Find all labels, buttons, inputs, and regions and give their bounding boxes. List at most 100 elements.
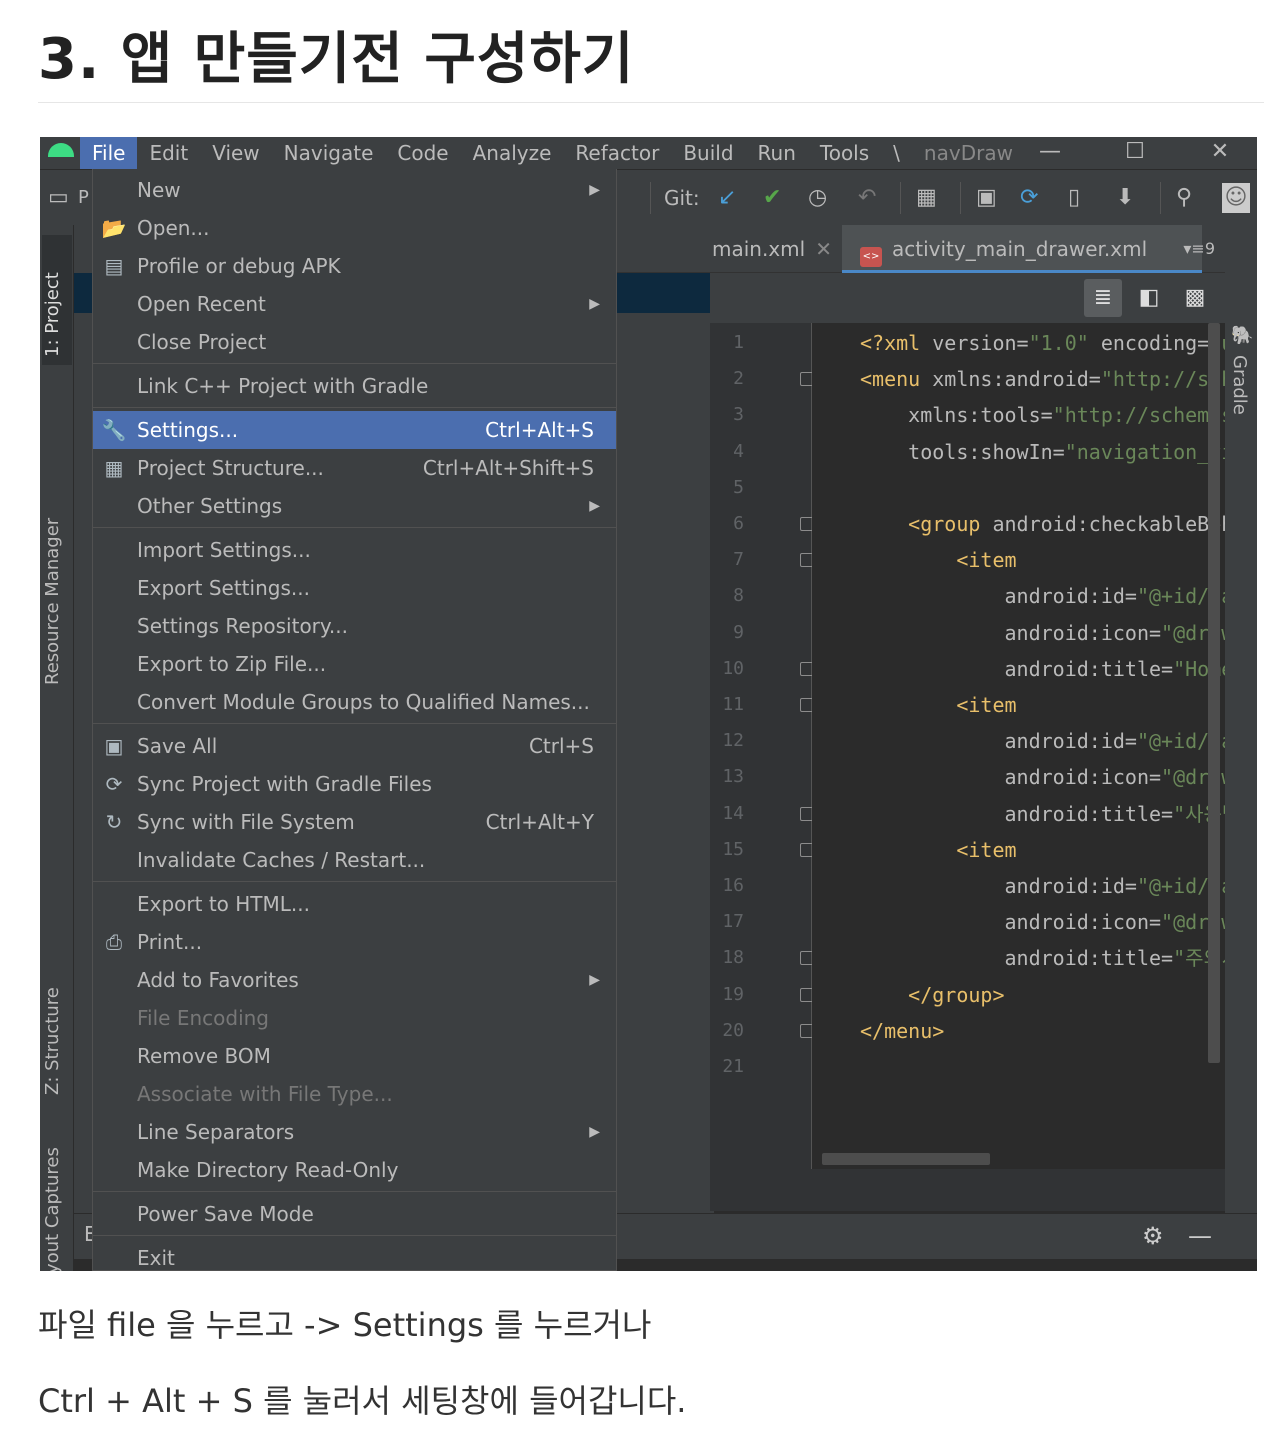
menu-tools[interactable]: Tools <box>808 137 881 169</box>
file-menu-item-open[interactable]: 📂 Open... <box>93 209 616 247</box>
editor-view-toolbar: ≣ ◧ ▩ <box>710 273 1225 323</box>
tab-layout-captures[interactable]: Layout Captures <box>42 1125 72 1271</box>
menu-analyze[interactable]: Analyze <box>461 137 564 169</box>
git-history-icon[interactable]: ◷ <box>808 183 827 213</box>
split-view-icon[interactable]: ◧ <box>1130 279 1168 317</box>
avd-manager-icon[interactable]: ▣ <box>976 183 997 213</box>
file-menu-item-power-save-mode[interactable]: Power Save Mode <box>93 1195 616 1233</box>
printer-icon: ⎙ <box>106 930 122 954</box>
file-menu-item-sync-project-with-gradle-files[interactable]: ⟳ Sync Project with Gradle Files <box>93 765 616 803</box>
menu-navigate[interactable]: Navigate <box>272 137 386 169</box>
tab-resource-manager[interactable]: Resource Manager <box>42 485 72 685</box>
menu-view[interactable]: View <box>200 137 271 169</box>
line-number: 11 <box>722 694 744 715</box>
user-avatar-icon[interactable]: ☺ <box>1222 183 1250 213</box>
menu-separator <box>93 881 616 882</box>
git-rollback-icon[interactable]: ↶ <box>858 183 876 213</box>
maximize-button[interactable]: ☐ <box>1095 137 1175 169</box>
code-line: android:id="@+id/nav <box>860 729 1225 754</box>
android-studio-logo-icon <box>40 137 80 169</box>
file-menu-item-link-c-project-with-gradle[interactable]: Link C++ Project with Gradle <box>93 367 616 405</box>
save-icon: ▣ <box>104 734 124 758</box>
line-number: 16 <box>722 875 744 896</box>
close-tab-icon[interactable]: ✕ <box>815 237 832 261</box>
menu-item-shortcut: Ctrl+Alt+Shift+S <box>422 456 594 480</box>
menu-separator <box>93 1235 616 1236</box>
horizontal-scrollbar[interactable] <box>822 1153 990 1165</box>
file-menu-item-line-separators[interactable]: Line Separators ▶ <box>93 1113 616 1151</box>
file-menu-item-export-to-html[interactable]: Export to HTML... <box>93 885 616 923</box>
menu-edit[interactable]: Edit <box>137 137 200 169</box>
tab-activity-main-drawer[interactable]: <> activity_main_drawer.xml <box>842 225 1202 273</box>
menu-file[interactable]: File <box>80 137 138 169</box>
file-menu-item-exit[interactable]: Exit <box>93 1239 616 1271</box>
minimize-button[interactable]: — <box>1010 137 1090 169</box>
file-menu-item-profile-or-debug-apk[interactable]: ▤ Profile or debug APK <box>93 247 616 285</box>
tab-main-xml[interactable]: main.xml ✕ <box>712 225 832 273</box>
git-update-icon[interactable]: ↙ <box>718 183 736 213</box>
code-line: android:icon="@drawa <box>860 620 1225 645</box>
menu-separator <box>93 723 616 724</box>
code-editor[interactable]: <?xml version="1.0" encoding="ut <menu xm… <box>812 323 1225 1169</box>
menu-item-label: Other Settings <box>137 494 283 518</box>
menu-item-label: Remove BOM <box>137 1044 271 1068</box>
instruction-paragraph-1: 파일 file 을 누르고 -> Settings 를 누르거나 <box>38 1306 652 1344</box>
menu-build[interactable]: Build <box>671 137 745 169</box>
menu-overflow[interactable]: \ <box>881 137 912 169</box>
menu-separator <box>93 527 616 528</box>
menu-run[interactable]: Run <box>746 137 808 169</box>
file-menu-item-import-settings[interactable]: Import Settings... <box>93 531 616 569</box>
device-icon[interactable]: ▯ <box>1068 183 1080 213</box>
file-menu-item-project-structure[interactable]: ▦ Project Structure... Ctrl+Alt+Shift+S <box>93 449 616 487</box>
search-icon[interactable]: ⚲ <box>1176 183 1192 213</box>
menu-item-label: Power Save Mode <box>137 1202 314 1226</box>
file-menu-item-settings[interactable]: 🔧 Settings... Ctrl+Alt+S <box>93 411 616 449</box>
file-menu-item-export-settings[interactable]: Export Settings... <box>93 569 616 607</box>
file-menu-item-open-recent[interactable]: Open Recent ▶ <box>93 285 616 323</box>
file-menu-item-new[interactable]: New ▶ <box>93 171 616 209</box>
gradle-sync-icon[interactable]: ⟳ <box>1020 183 1038 213</box>
hide-bottom-panel-icon[interactable]: — <box>1188 1222 1212 1250</box>
tab-project[interactable]: 1: Project <box>42 235 72 365</box>
toolbar-separator <box>1160 182 1161 214</box>
vertical-scrollbar[interactable] <box>1208 323 1220 1063</box>
file-menu-item-save-all[interactable]: ▣ Save All Ctrl+S <box>93 727 616 765</box>
file-menu-item-make-directory-read-only[interactable]: Make Directory Read-Only <box>93 1151 616 1189</box>
file-menu-item-print[interactable]: ⎙ Print... <box>93 923 616 961</box>
file-menu-item-remove-bom[interactable]: Remove BOM <box>93 1037 616 1075</box>
menu-code[interactable]: Code <box>385 137 460 169</box>
project-view-icon[interactable]: ▭ <box>48 183 69 213</box>
code-line: android:title="주의사 <box>860 946 1225 971</box>
close-window-button[interactable]: ✕ <box>1180 137 1257 169</box>
file-menu-item-add-to-favorites[interactable]: Add to Favorites ▶ <box>93 961 616 999</box>
git-commit-icon[interactable]: ✔ <box>763 183 781 213</box>
tab-gradle[interactable]: Gradle <box>1229 355 1250 415</box>
file-menu-item-settings-repository[interactable]: Settings Repository... <box>93 607 616 645</box>
line-number: 2 <box>733 368 744 390</box>
line-number: 18 <box>722 947 744 969</box>
file-menu-item-sync-with-file-system[interactable]: ↻ Sync with File System Ctrl+Alt+Y <box>93 803 616 841</box>
project-structure-icon[interactable]: ▦ <box>916 183 937 213</box>
tab-list-button[interactable]: ▾≡9 <box>1183 225 1215 273</box>
code-view-icon[interactable]: ≣ <box>1084 279 1122 317</box>
file-menu-item-convert-module-groups-to-qualified-names[interactable]: Convert Module Groups to Qualified Names… <box>93 683 616 721</box>
menu-item-label: Save All <box>137 734 218 758</box>
xml-file-icon: <> <box>860 247 882 267</box>
file-menu-item-export-to-zip-file[interactable]: Export to Zip File... <box>93 645 616 683</box>
submenu-arrow-icon: ▶ <box>589 498 600 514</box>
tab-structure[interactable]: Z: Structure <box>42 945 72 1095</box>
gradle-elephant-icon: 🐘 <box>1231 325 1254 346</box>
menu-item-label: Convert Module Groups to Qualified Names… <box>137 690 590 714</box>
menu-refactor[interactable]: Refactor <box>563 137 671 169</box>
panel-settings-gear-icon[interactable]: ⚙ <box>1142 1222 1164 1250</box>
menu-item-label: Export Settings... <box>137 576 310 600</box>
file-menu-item-invalidate-caches-restart[interactable]: Invalidate Caches / Restart... <box>93 841 616 879</box>
menu-item-label: Exit <box>137 1246 175 1270</box>
menu-item-label: Open... <box>137 216 210 240</box>
file-menu-item-other-settings[interactable]: Other Settings ▶ <box>93 487 616 525</box>
line-number: 9 <box>733 621 744 643</box>
design-view-icon[interactable]: ▩ <box>1176 279 1214 317</box>
sdk-manager-icon[interactable]: ⬇ <box>1116 183 1134 213</box>
file-menu-item-close-project[interactable]: Close Project <box>93 323 616 361</box>
menu-item-label: Export to HTML... <box>137 892 310 916</box>
